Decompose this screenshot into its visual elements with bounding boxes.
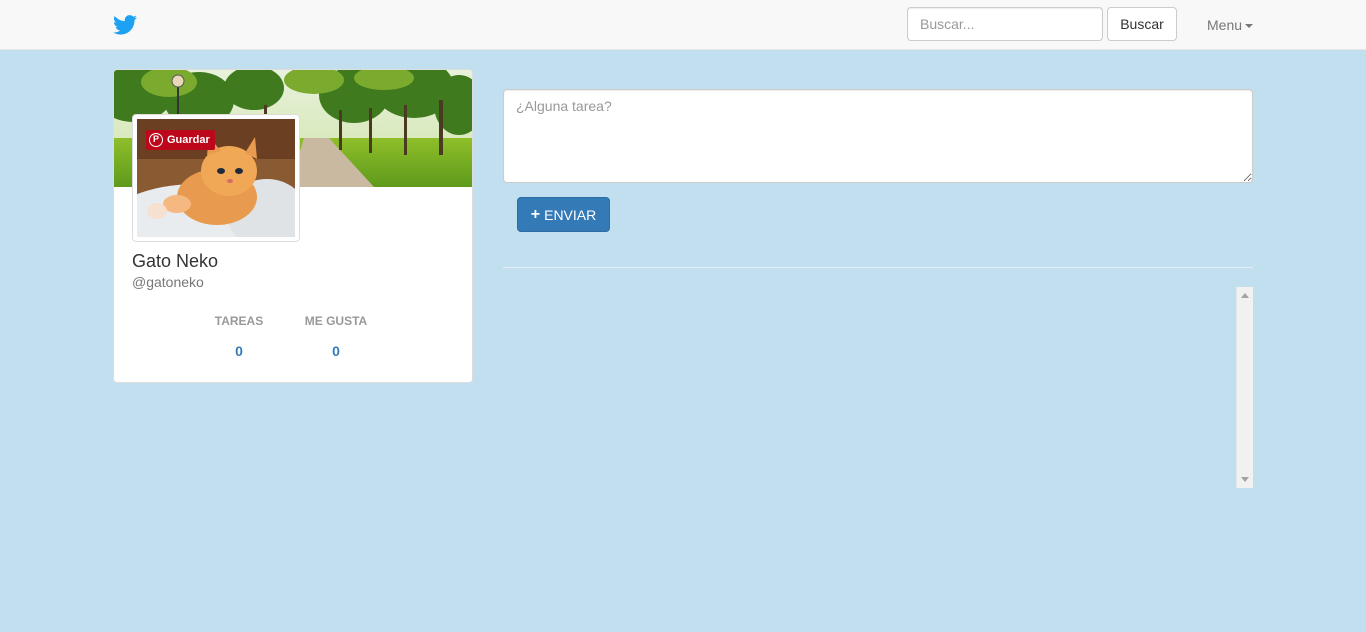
- stat-label-me-gusta: ME GUSTA: [304, 314, 368, 328]
- send-button[interactable]: + ENVIAR: [517, 197, 610, 232]
- send-button-label: ENVIAR: [544, 206, 597, 223]
- scroll-down-arrow-icon[interactable]: [1241, 477, 1249, 482]
- pinterest-icon: P: [149, 133, 163, 147]
- task-textarea[interactable]: [503, 89, 1253, 183]
- twitter-bird-icon[interactable]: [113, 14, 137, 36]
- pin-button-label: Guardar: [167, 134, 210, 146]
- plus-icon: +: [530, 205, 541, 223]
- stat-label-tareas: TAREAS: [214, 314, 264, 328]
- pinterest-save-button[interactable]: P Guardar: [146, 130, 215, 150]
- avatar-frame: P Guardar: [132, 114, 300, 242]
- caret-down-icon: [1245, 23, 1254, 28]
- profile-name: Gato Neko: [132, 251, 219, 271]
- scroll-up-arrow-icon[interactable]: [1241, 293, 1249, 298]
- menu-label: Menu: [1207, 17, 1243, 33]
- feed-scrollbar[interactable]: [1236, 287, 1253, 488]
- stat-value-tareas[interactable]: 0: [214, 343, 264, 359]
- profile-handle: @gatoneko: [132, 274, 204, 290]
- stat-value-me-gusta[interactable]: 0: [301, 343, 371, 359]
- search-button[interactable]: Buscar: [1107, 7, 1177, 41]
- search-input[interactable]: [907, 7, 1103, 41]
- avatar[interactable]: P Guardar: [137, 119, 295, 237]
- divider: [503, 267, 1253, 268]
- profile-card: P Guardar Gato Neko @gatoneko TAREAS 0 M…: [113, 69, 473, 383]
- top-navbar: Buscar Menu: [0, 0, 1366, 50]
- menu-dropdown[interactable]: Menu: [1207, 15, 1254, 35]
